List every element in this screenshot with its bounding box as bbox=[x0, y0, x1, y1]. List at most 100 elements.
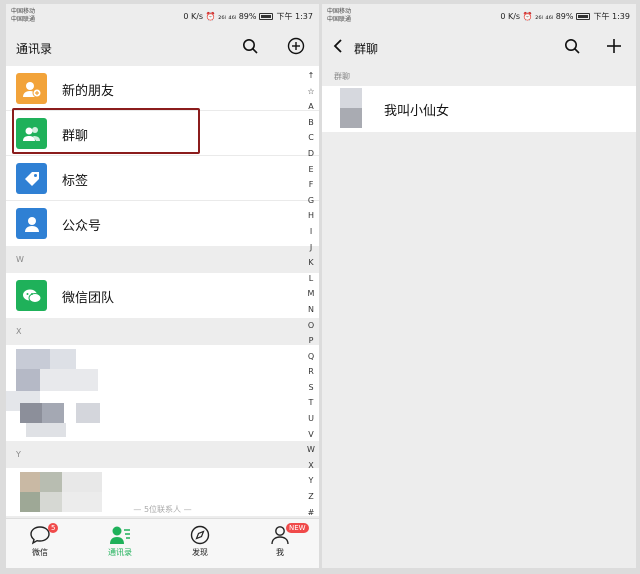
contacts-x bbox=[6, 345, 319, 441]
index-letter[interactable]: P bbox=[305, 333, 317, 349]
new-badge: NEW bbox=[286, 523, 309, 533]
status-bar: 中国移动 中国联通 0 K/s ⏰ ₂₆ₗ ₄₆ₗ 89% 下午 1:39 bbox=[322, 4, 636, 28]
index-letter[interactable]: L bbox=[305, 271, 317, 287]
row-label: 公众号 bbox=[62, 219, 102, 234]
index-letter[interactable]: I bbox=[305, 224, 317, 240]
index-letter[interactable]: U bbox=[305, 411, 317, 427]
alphabet-index[interactable]: ↑ ☆ A B C D E F G H I J K L M N O P Q R S T U V W X Y Z # bbox=[305, 68, 317, 520]
contacts-screen: 中国移动 中国联通 0 K/s ⏰ ₂₆ₗ ₄₆ₗ 89% 下午 1:37 通讯… bbox=[6, 4, 319, 568]
row-tags[interactable]: 标签 bbox=[6, 156, 319, 201]
status-time: 下午 1:39 bbox=[593, 12, 630, 21]
top-bar: 群聊 bbox=[322, 28, 636, 66]
page-title: 通讯录 bbox=[16, 42, 53, 56]
index-letter[interactable]: J bbox=[305, 240, 317, 256]
carrier-1: 中国移动 bbox=[11, 8, 36, 15]
wechat-team-icon bbox=[16, 280, 47, 311]
status-time: 下午 1:37 bbox=[276, 12, 313, 21]
carrier-2: 中国联通 bbox=[11, 16, 36, 23]
contact-count: — 5位联系人 — bbox=[133, 505, 192, 514]
status-indicators: 0 K/s ⏰ ₂₆ₗ ₄₆ₗ 89% bbox=[183, 12, 257, 21]
tab-label: 通讯录 bbox=[108, 548, 132, 557]
index-letter[interactable]: M bbox=[305, 286, 317, 302]
index-letter[interactable]: V bbox=[305, 427, 317, 443]
section-header-y: Y bbox=[6, 441, 319, 468]
index-letter[interactable]: A bbox=[305, 99, 317, 115]
index-letter[interactable]: Q bbox=[305, 349, 317, 365]
row-label: 标签 bbox=[62, 174, 89, 189]
index-letter[interactable]: F bbox=[305, 177, 317, 193]
carrier-info: 中国移动 中国联通 bbox=[11, 8, 35, 24]
row-label: 新的朋友 bbox=[62, 84, 115, 99]
tab-contacts[interactable]: 通讯录 bbox=[90, 523, 150, 558]
index-letter[interactable]: S bbox=[305, 380, 317, 396]
bottom-tab-bar: 微信 5 通讯录 发现 我 NEW bbox=[6, 518, 319, 568]
contacts-icon bbox=[90, 523, 150, 547]
blurred-avatar bbox=[20, 403, 42, 423]
index-letter[interactable]: B bbox=[305, 115, 317, 131]
row-label: 微信团队 bbox=[62, 291, 115, 306]
row-official-accounts[interactable]: 公众号 bbox=[6, 201, 319, 246]
tab-label: 微信 bbox=[32, 548, 48, 557]
index-letter[interactable]: N bbox=[305, 302, 317, 318]
screenshot-frame: 中国移动 中国联通 0 K/s ⏰ ₂₆ₗ ₄₆ₗ 89% 下午 1:37 通讯… bbox=[0, 0, 640, 574]
search-icon[interactable] bbox=[240, 36, 260, 56]
blurred-avatar bbox=[26, 423, 66, 437]
blurred-avatar bbox=[16, 349, 50, 369]
row-new-friends[interactable]: 新的朋友 bbox=[6, 66, 319, 111]
add-friend-icon bbox=[16, 73, 47, 104]
back-arrow-icon[interactable] bbox=[328, 36, 348, 56]
index-letter[interactable]: O bbox=[305, 318, 317, 334]
status-right: 0 K/s ⏰ ₂₆ₗ ₄₆ₗ 89% 下午 1:37 bbox=[183, 11, 313, 22]
blurred-avatar bbox=[40, 472, 62, 492]
section-header-w: W bbox=[6, 246, 319, 273]
index-letter[interactable]: C bbox=[305, 130, 317, 146]
index-letter[interactable]: D bbox=[305, 146, 317, 162]
blurred-avatar bbox=[42, 403, 64, 423]
search-icon[interactable] bbox=[562, 36, 582, 56]
section-header: 群聊 bbox=[334, 72, 350, 81]
plus-icon[interactable] bbox=[604, 36, 624, 56]
group-chats-screen: 中国移动 中国联通 0 K/s ⏰ ₂₆ₗ ₄₆ₗ 89% 下午 1:39 群聊… bbox=[322, 4, 636, 568]
index-letter[interactable]: T bbox=[305, 395, 317, 411]
index-letter[interactable]: Z bbox=[305, 489, 317, 505]
compass-icon bbox=[170, 523, 230, 547]
group-avatar bbox=[340, 108, 362, 128]
carrier-2: 中国联通 bbox=[327, 16, 352, 23]
index-letter[interactable]: Y bbox=[305, 473, 317, 489]
tab-label: 我 bbox=[276, 548, 284, 557]
index-letter[interactable]: R bbox=[305, 364, 317, 380]
group-avatar bbox=[340, 88, 362, 108]
battery-icon bbox=[576, 13, 591, 20]
tab-chats[interactable]: 微信 5 bbox=[10, 523, 70, 558]
battery-icon bbox=[259, 13, 274, 20]
index-letter[interactable]: E bbox=[305, 162, 317, 178]
index-letter[interactable]: K bbox=[305, 255, 317, 271]
blurred-avatar bbox=[76, 403, 100, 423]
blurred-avatar bbox=[16, 369, 40, 391]
index-letter[interactable]: ↑ bbox=[305, 68, 317, 84]
blurred-avatar bbox=[20, 472, 40, 492]
blurred-avatar bbox=[40, 369, 98, 391]
contacts-w: 微信团队 bbox=[6, 273, 319, 318]
tab-me[interactable]: 我 NEW bbox=[250, 523, 310, 558]
highlight-box bbox=[12, 108, 200, 154]
tab-label: 发现 bbox=[192, 548, 208, 557]
status-bar: 中国移动 中国联通 0 K/s ⏰ ₂₆ₗ ₄₆ₗ 89% 下午 1:37 bbox=[6, 4, 319, 28]
index-letter[interactable]: G bbox=[305, 193, 317, 209]
contact-wechat-team[interactable]: 微信团队 bbox=[6, 273, 319, 318]
carrier-1: 中国移动 bbox=[327, 8, 352, 15]
status-right: 0 K/s ⏰ ₂₆ₗ ₄₆ₗ 89% 下午 1:39 bbox=[500, 11, 630, 22]
top-bar: 通讯录 bbox=[6, 28, 319, 66]
tab-discover[interactable]: 发现 bbox=[170, 523, 230, 558]
index-letter[interactable]: H bbox=[305, 208, 317, 224]
chat-bubble-icon bbox=[10, 523, 70, 547]
group-item[interactable]: 我叫小仙女 bbox=[322, 86, 636, 132]
index-letter[interactable]: X bbox=[305, 458, 317, 474]
blurred-avatar bbox=[50, 349, 76, 369]
index-letter[interactable]: W bbox=[305, 442, 317, 458]
add-circle-icon[interactable] bbox=[286, 36, 306, 56]
index-letter[interactable]: ☆ bbox=[305, 84, 317, 100]
group-list: 我叫小仙女 bbox=[322, 86, 636, 132]
function-list: 新的朋友 群聊 标签 公众号 bbox=[6, 66, 319, 246]
page-title: 群聊 bbox=[354, 42, 379, 56]
